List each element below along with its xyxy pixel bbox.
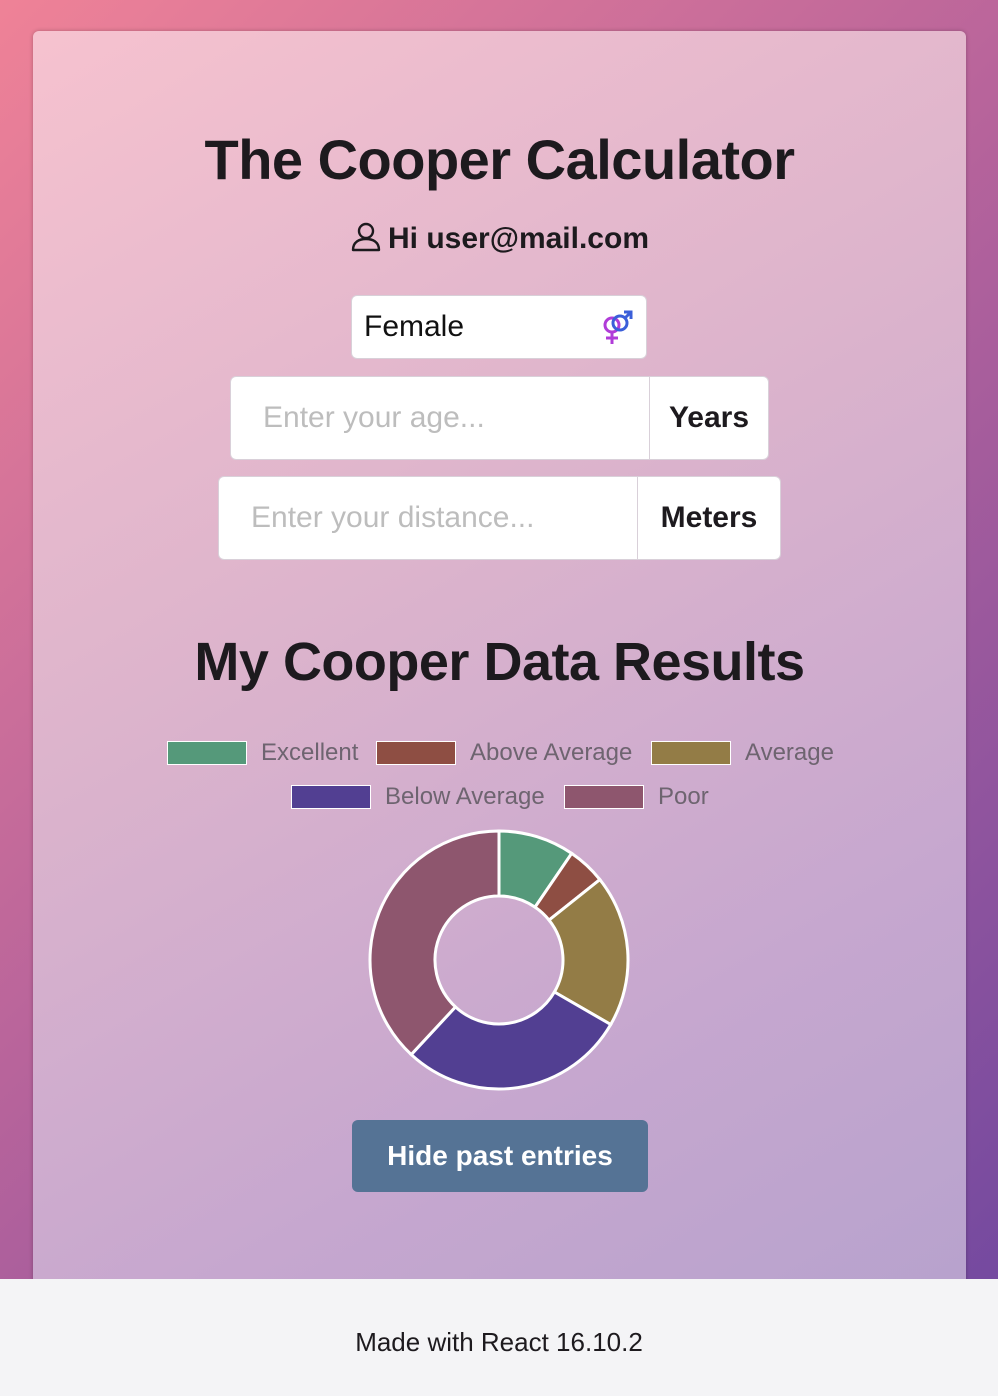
donut-chart — [368, 829, 630, 1091]
footer-text: Made with React 16.10.2 — [355, 1327, 643, 1357]
hide-past-entries-button[interactable]: Hide past entries — [352, 1120, 648, 1192]
main-card: The Cooper Calculator Hi user@mail.com F… — [33, 31, 966, 1301]
footer: Made with React 16.10.2 — [0, 1279, 998, 1396]
